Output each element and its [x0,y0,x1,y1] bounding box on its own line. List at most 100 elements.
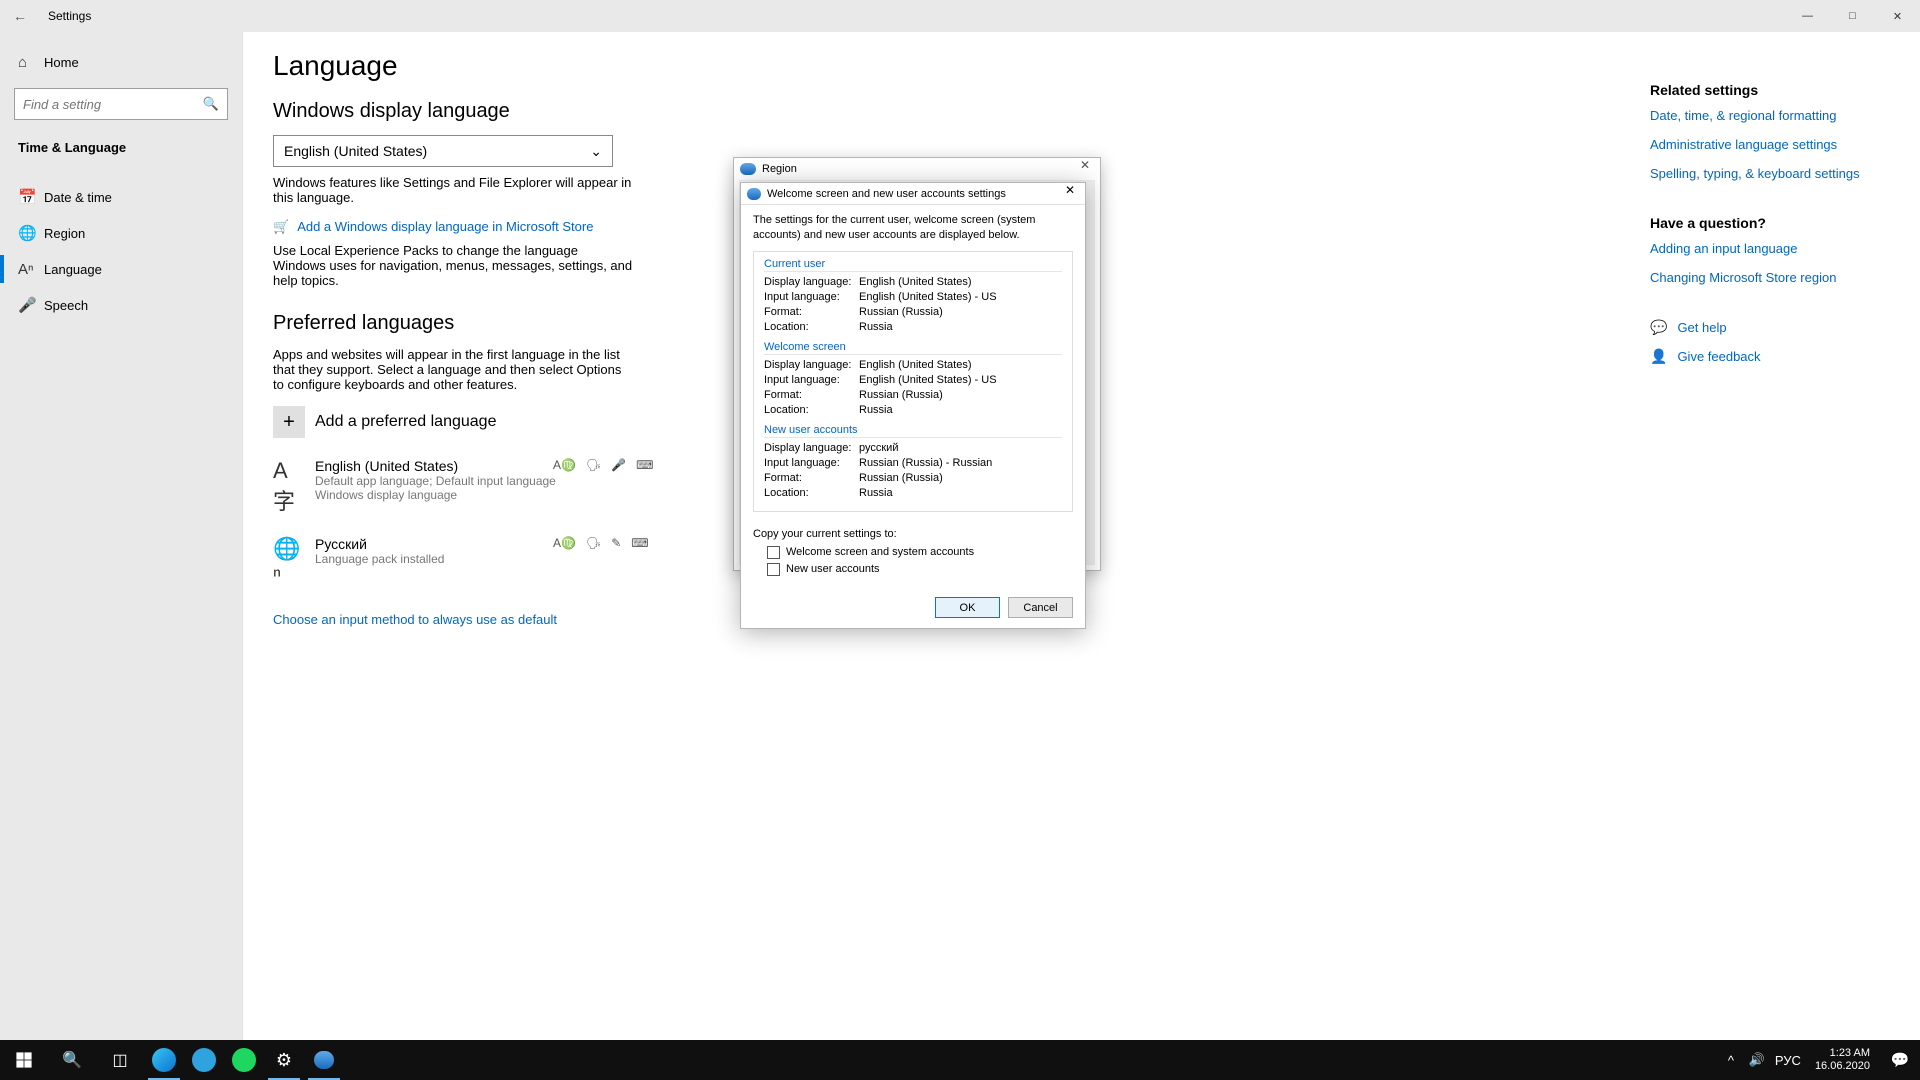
help-icon: 💬 [1650,319,1667,336]
sidebar-item-datetime[interactable]: 📅 Date & time [0,179,242,215]
sidebar: ⌂ Home 🔍 Time & Language 📅 Date & time 🌐… [0,32,243,1080]
speech-icon: 🎤 [611,458,626,472]
search-field[interactable] [23,97,203,112]
chevron-down-icon: ⌄ [590,143,602,160]
sidebar-item-speech[interactable]: 🎤 Speech [0,287,242,323]
display-language-value: English (United States) [284,143,427,159]
page-title: Language [273,50,913,82]
question-heading: Have a question? [1650,215,1880,231]
taskbar-app-region[interactable] [304,1040,344,1080]
search-input[interactable]: 🔍 [14,88,228,120]
get-help-link[interactable]: 💬 Get help [1650,319,1880,336]
sidebar-item-home[interactable]: ⌂ Home [0,44,242,80]
sidebar-item-label: Language [44,262,102,277]
settings-fieldset: Current user Display language:English (U… [753,251,1073,512]
language-sub: Language pack installed [315,552,444,566]
taskbar-app-edge[interactable] [144,1040,184,1080]
question-link[interactable]: Adding an input language [1650,241,1880,256]
window-controls: ― □ ✕ [1785,0,1920,32]
close-icon[interactable]: ✕ [1875,0,1920,32]
taskbar: 🔍 ◫ ⚙ ^ 🔊 РУС 1:23 AM 16.06.2020 💬 [0,1040,1920,1080]
dialog-title-bar[interactable]: Welcome screen and new user accounts set… [741,183,1085,205]
language-glyph-icon: A字 [273,458,305,516]
windows-icon [16,1052,32,1068]
taskbar-clock[interactable]: 1:23 AM 16.06.2020 [1807,1047,1878,1073]
tray-chevron-icon[interactable]: ^ [1719,1053,1743,1068]
language-name: Русский [315,536,444,552]
tray-volume-icon[interactable]: 🔊 [1745,1052,1769,1068]
language-glyph-icon: 🌐ⁿ [273,536,305,588]
taskbar-search-button[interactable]: 🔍 [48,1040,96,1080]
sidebar-item-label: Speech [44,298,88,313]
group-label: Current user [764,258,1062,272]
related-link[interactable]: Date, time, & regional formatting [1650,108,1880,123]
lep-desc: Use Local Experience Packs to change the… [273,243,633,288]
store-icon: 🛒 [273,219,289,234]
display-language-desc: Windows features like Settings and File … [273,175,633,205]
tts-icon: 🗣 [586,458,601,472]
taskbar-app-telegram[interactable] [184,1040,224,1080]
sidebar-item-language[interactable]: Aⁿ Language [0,251,242,287]
globe-icon [747,188,761,200]
ok-button[interactable]: OK [935,597,1000,618]
maximize-icon[interactable]: □ [1830,0,1875,32]
display-language-select[interactable]: English (United States) ⌄ [273,135,613,167]
telegram-icon [192,1048,216,1072]
language-badges: A♍ 🗣 🎤 ⌨ [553,458,653,472]
gear-icon: ⚙ [276,1050,292,1071]
checkbox-new-users[interactable]: New user accounts [767,563,1073,576]
taskbar-app-spotify[interactable] [224,1040,264,1080]
task-view-button[interactable]: ◫ [96,1040,144,1080]
window-title: Settings [48,9,91,23]
plus-icon: + [273,406,305,438]
feedback-icon: 👤 [1650,348,1667,365]
language-name: English (United States) [315,458,556,474]
sidebar-category: Time & Language [0,128,242,167]
related-link[interactable]: Spelling, typing, & keyboard settings [1650,166,1880,181]
calendar-icon: 📅 [18,188,44,206]
microphone-icon: 🎤 [18,296,44,314]
tts-icon: 🗣 [586,536,601,550]
region-dialog-title-bar[interactable]: Region [734,158,1100,180]
region-dialog-title: Region [762,163,797,175]
notification-icon[interactable]: 💬 [1880,1051,1920,1069]
spotify-icon [232,1048,256,1072]
tray-language[interactable]: РУС [1771,1053,1805,1068]
give-feedback-link[interactable]: 👤 Give feedback [1650,348,1880,365]
close-icon[interactable]: ✕ [1055,183,1085,205]
keyboard-badge-icon: ⌨ [631,536,648,550]
home-icon: ⌂ [18,54,44,71]
handwriting-icon: ✎ [611,536,621,550]
related-settings-heading: Related settings [1650,82,1880,98]
sidebar-home-label: Home [44,55,79,70]
related-link[interactable]: Administrative language settings [1650,137,1880,152]
sidebar-item-region[interactable]: 🌐 Region [0,215,242,251]
cancel-button[interactable]: Cancel [1008,597,1073,618]
language-sub: Default app language; Default input lang… [315,474,556,488]
checkbox-welcome-screen[interactable]: Welcome screen and system accounts [767,546,1073,559]
back-icon[interactable]: ← [0,8,40,24]
keyboard-icon: A♍ [553,458,576,472]
group-label: Welcome screen [764,341,1062,355]
question-link[interactable]: Changing Microsoft Store region [1650,270,1880,285]
title-bar: ← Settings ― □ ✕ [0,0,1920,32]
welcome-screen-dialog: Welcome screen and new user accounts set… [740,182,1086,629]
clock-time: 1:23 AM [1815,1047,1870,1060]
settings-window: ← Settings ― □ ✕ ⌂ Home 🔍 Time & Languag… [0,0,1920,1080]
clock-date: 16.06.2020 [1815,1060,1870,1073]
globe-icon: 🌐 [18,224,44,242]
checkbox-icon [767,546,780,559]
language-badges: A♍ 🗣 ✎ ⌨ [553,536,649,550]
close-icon[interactable]: ✕ [1070,158,1100,180]
language-sub: Windows display language [315,488,556,502]
preferred-languages-desc: Apps and websites will appear in the fir… [273,347,633,392]
checkbox-icon [767,563,780,576]
start-button[interactable] [0,1040,48,1080]
dialog-body: The settings for the current user, welco… [741,205,1085,588]
taskbar-app-settings[interactable]: ⚙ [264,1040,304,1080]
sidebar-item-label: Date & time [44,190,112,205]
minimize-icon[interactable]: ― [1785,0,1830,32]
globe-icon [740,163,756,175]
globe-icon [314,1051,334,1069]
display-language-heading: Windows display language [273,100,913,123]
